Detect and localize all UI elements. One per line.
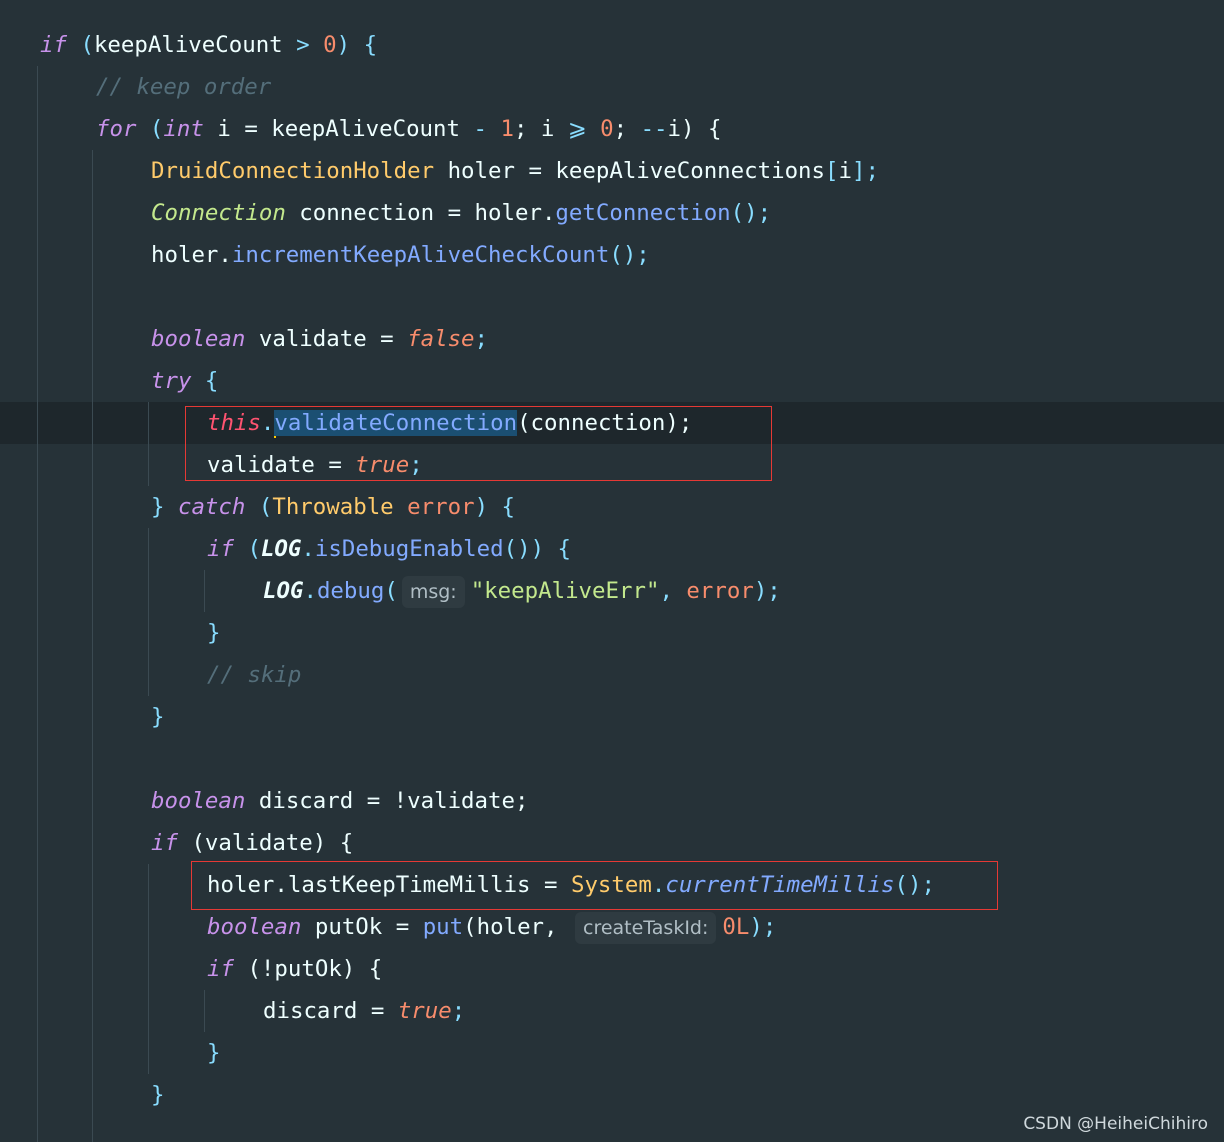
code-line[interactable]: discard = true; xyxy=(263,990,465,1032)
code-line[interactable]: } xyxy=(207,1032,220,1074)
code-line[interactable]: if (LOG.isDebugEnabled()) { xyxy=(207,528,571,570)
indent-guide xyxy=(148,528,149,696)
parameter-hint: msg: xyxy=(401,575,465,608)
code-editor[interactable]: if (keepAliveCount > 0) { // keep order … xyxy=(0,0,1224,1142)
comment: // skip xyxy=(207,662,302,688)
code-line[interactable]: DruidConnectionHolder holer = keepAliveC… xyxy=(151,150,879,192)
indent-guide xyxy=(92,150,93,1142)
code-line[interactable]: } catch (Throwable error) { xyxy=(151,486,515,528)
code-line[interactable]: } xyxy=(207,612,220,654)
highlight-box-validate xyxy=(185,406,772,481)
code-line[interactable]: if (!putOk) { xyxy=(207,948,382,990)
code-line[interactable]: // keep order xyxy=(96,66,271,108)
indent-guide xyxy=(204,990,205,1032)
code-line[interactable]: boolean discard = !validate; xyxy=(151,780,528,822)
code-line[interactable]: LOG.debug(msg: "keepAliveErr", error); xyxy=(263,570,781,612)
keyword: if xyxy=(40,32,67,58)
parameter-hint: createTaskId: xyxy=(575,911,717,944)
code-line[interactable]: } xyxy=(151,696,164,738)
code-line[interactable]: try { xyxy=(151,360,218,402)
code-line[interactable]: Connection connection = holer.getConnect… xyxy=(151,192,771,234)
indent-guide xyxy=(204,570,205,612)
comment: // keep order xyxy=(96,74,272,100)
code-line[interactable]: for (int i = keepAliveCount - 1; i ⩾ 0; … xyxy=(96,108,721,150)
indent-guide xyxy=(148,864,149,1074)
indent-guide xyxy=(37,66,38,1142)
indent-guide xyxy=(148,402,149,486)
code-line[interactable]: if (keepAliveCount > 0) { xyxy=(40,24,377,66)
code-line[interactable]: if (validate) { xyxy=(151,822,353,864)
code-line[interactable]: } xyxy=(151,1074,164,1116)
code-line[interactable]: boolean validate = false; xyxy=(151,318,488,360)
code-line[interactable]: boolean putOk = put(holer, createTaskId:… xyxy=(207,906,776,948)
watermark: CSDN @HeiheiChihiro xyxy=(1023,1114,1208,1134)
highlight-box-lastkeeptime xyxy=(191,861,998,910)
code-line[interactable]: // skip xyxy=(207,654,301,696)
code-line[interactable]: holer.incrementKeepAliveCheckCount(); xyxy=(151,234,650,276)
